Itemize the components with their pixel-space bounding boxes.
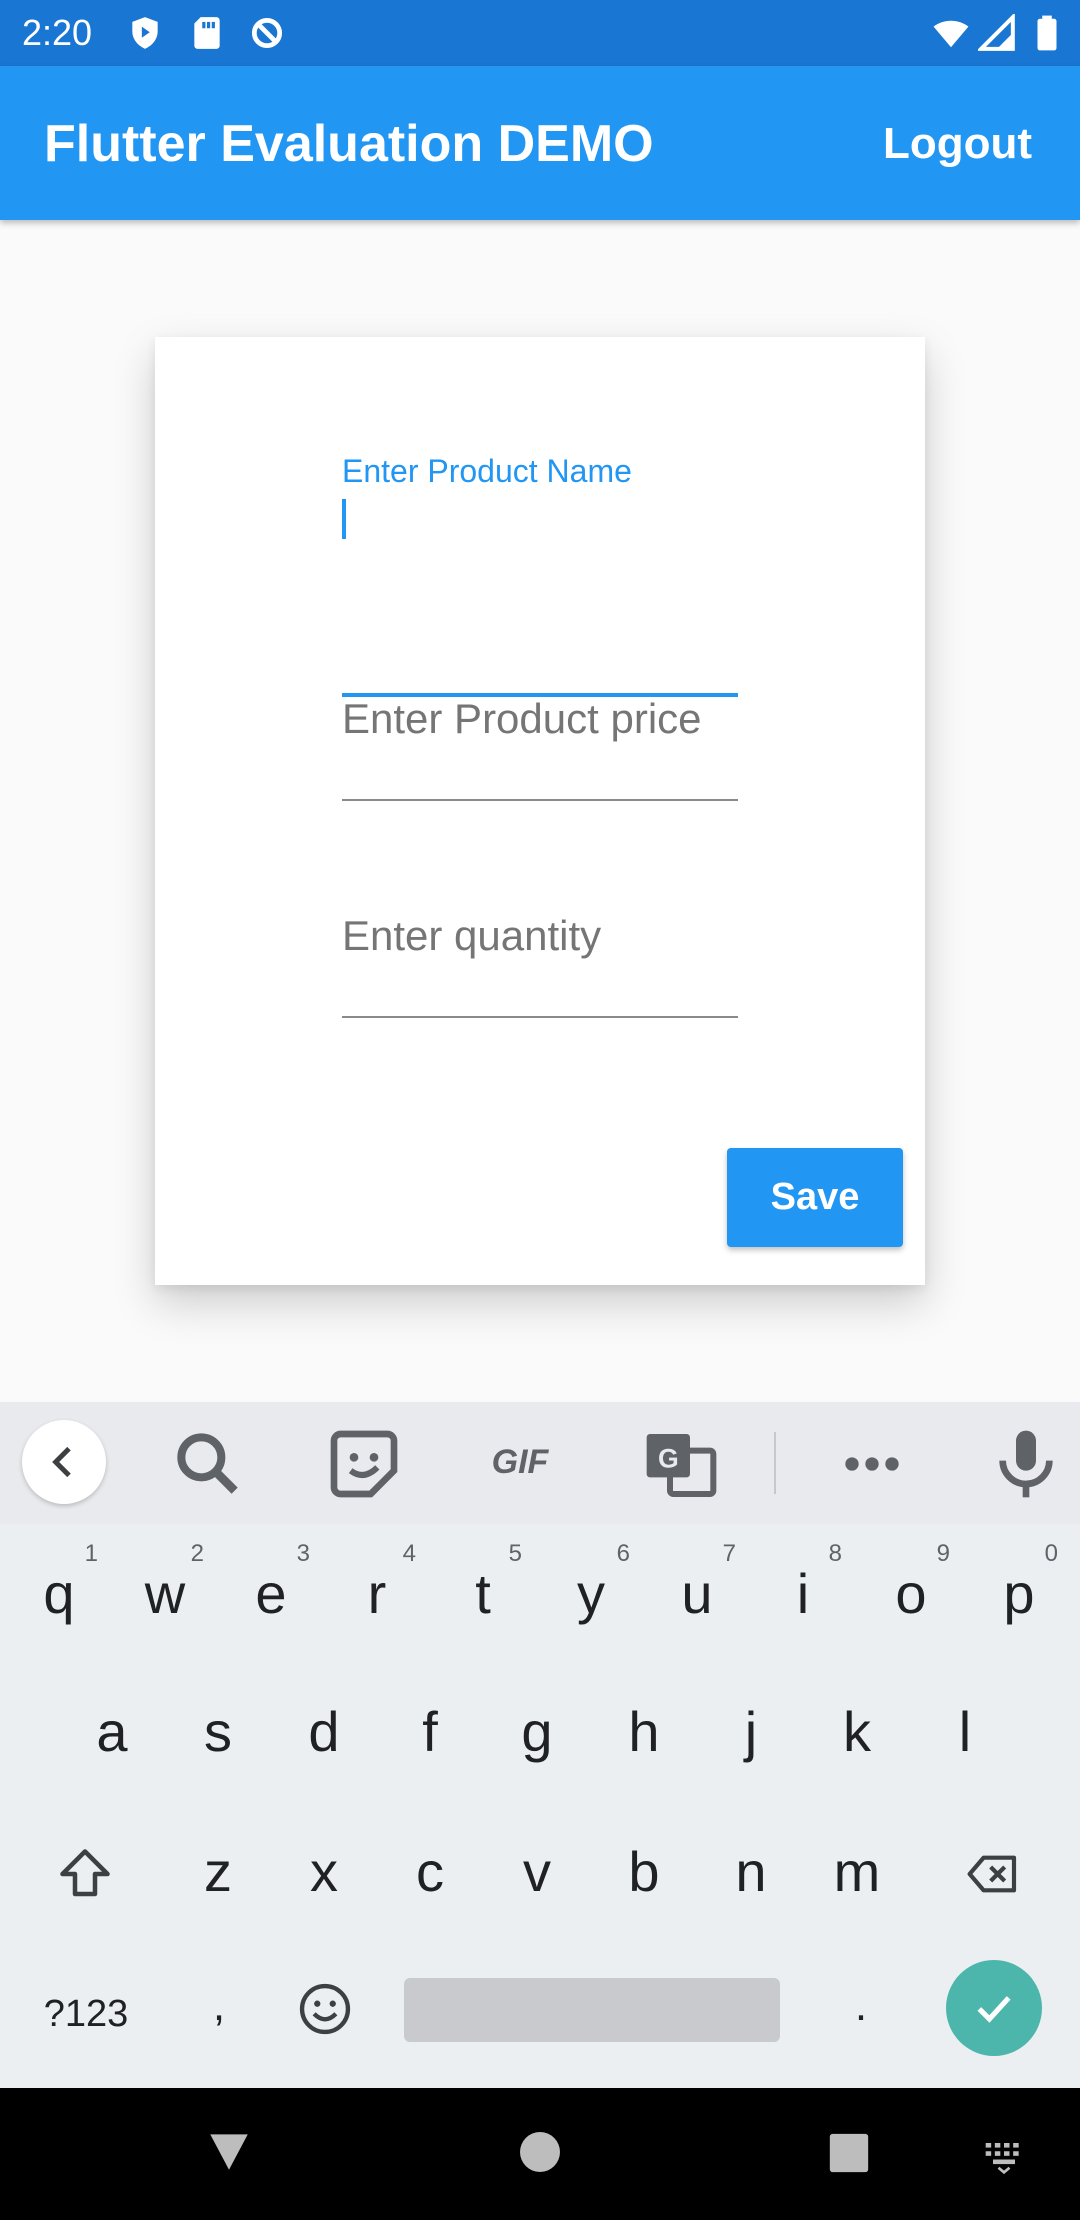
keyboard-back-button[interactable]: [22, 1420, 106, 1504]
text-cursor: [342, 499, 346, 539]
translate-icon[interactable]: G: [640, 1424, 720, 1504]
key-period[interactable]: .: [808, 1944, 914, 2074]
quantity-placeholder: Enter quantity: [342, 912, 602, 959]
key-m[interactable]: m: [804, 1810, 910, 1940]
logout-button[interactable]: Logout: [883, 116, 1032, 172]
check-icon: [977, 1996, 1011, 2023]
sync-icon: [251, 17, 283, 49]
quantity-field[interactable]: Enter quantity: [342, 904, 738, 1019]
key-q[interactable]: q1: [6, 1532, 112, 1662]
key-v[interactable]: v: [484, 1810, 590, 1940]
app-title: Flutter Evaluation DEMO: [44, 115, 654, 173]
status-bar: 2:20: [0, 0, 1080, 66]
product-price-field[interactable]: Enter Product price: [342, 687, 738, 802]
key-comma[interactable]: ,: [166, 1944, 272, 2074]
key-b[interactable]: b: [591, 1810, 697, 1940]
signal-icon: [978, 14, 1015, 51]
key-a[interactable]: a: [59, 1670, 165, 1800]
key-w[interactable]: w2: [112, 1532, 218, 1662]
backspace-icon: [967, 1855, 1017, 1893]
key-d[interactable]: d: [271, 1670, 377, 1800]
shift-icon: [60, 1849, 110, 1897]
recents-nav-icon[interactable]: [826, 2130, 872, 2176]
quantity-underline: [342, 1016, 738, 1018]
app-bar: Flutter Evaluation DEMO Logout: [0, 66, 1080, 220]
backspace-key[interactable]: [940, 1810, 1046, 1940]
key-p[interactable]: p0: [966, 1532, 1072, 1662]
emoji-key[interactable]: [272, 1944, 378, 2074]
key-f[interactable]: f: [377, 1670, 483, 1800]
key-k[interactable]: k: [804, 1670, 910, 1800]
toolbar-divider: [774, 1432, 776, 1494]
product-price-underline: [342, 799, 738, 801]
key-o[interactable]: o9: [858, 1532, 964, 1662]
back-nav-icon[interactable]: [204, 2126, 254, 2176]
wifi-icon: [933, 20, 969, 48]
keyboard-switch-icon[interactable]: [982, 2132, 1026, 2176]
status-time: 2:20: [22, 12, 93, 53]
key-x[interactable]: x: [271, 1810, 377, 1940]
product-name-field[interactable]: Enter Product Name: [342, 453, 738, 703]
key-g[interactable]: g: [484, 1670, 590, 1800]
key-r[interactable]: r4: [324, 1532, 430, 1662]
key-i[interactable]: i8: [750, 1532, 856, 1662]
search-icon[interactable]: [168, 1424, 248, 1504]
play-protect-icon: [132, 17, 158, 49]
key-z[interactable]: z: [165, 1810, 271, 1940]
key-n[interactable]: n: [698, 1810, 804, 1940]
product-price-placeholder: Enter Product price: [342, 695, 702, 742]
svg-text:G: G: [658, 1443, 679, 1473]
keyboard-toolbar: GIF G: [0, 1402, 1080, 1524]
navigation-bar: [0, 2088, 1080, 2220]
sd-card-icon: [194, 17, 220, 49]
more-icon[interactable]: [832, 1424, 912, 1504]
symbols-key[interactable]: ?123: [26, 1944, 146, 2074]
emoji-icon: [299, 1983, 351, 2035]
space-bar[interactable]: [404, 1978, 780, 2042]
key-s[interactable]: s: [165, 1670, 271, 1800]
key-y[interactable]: y6: [538, 1532, 644, 1662]
shift-key[interactable]: [32, 1810, 138, 1940]
chevron-left-icon: [52, 1446, 71, 1478]
home-nav-icon[interactable]: [516, 2128, 564, 2176]
enter-key[interactable]: [946, 1960, 1042, 2056]
microphone-icon[interactable]: [986, 1424, 1066, 1504]
product-name-label: Enter Product Name: [342, 453, 632, 489]
product-form-card: Enter Product Name Enter Product price E…: [155, 337, 925, 1285]
key-t[interactable]: t5: [430, 1532, 536, 1662]
key-j[interactable]: j: [698, 1670, 804, 1800]
key-u[interactable]: u7: [644, 1532, 750, 1662]
key-e[interactable]: e3: [218, 1532, 324, 1662]
gif-button[interactable]: GIF: [480, 1432, 560, 1512]
key-l[interactable]: l: [912, 1670, 1018, 1800]
key-c[interactable]: c: [377, 1810, 483, 1940]
battery-icon: [1037, 15, 1057, 51]
key-h[interactable]: h: [591, 1670, 697, 1800]
sticker-icon[interactable]: [324, 1424, 404, 1504]
save-button[interactable]: Save: [727, 1148, 903, 1247]
